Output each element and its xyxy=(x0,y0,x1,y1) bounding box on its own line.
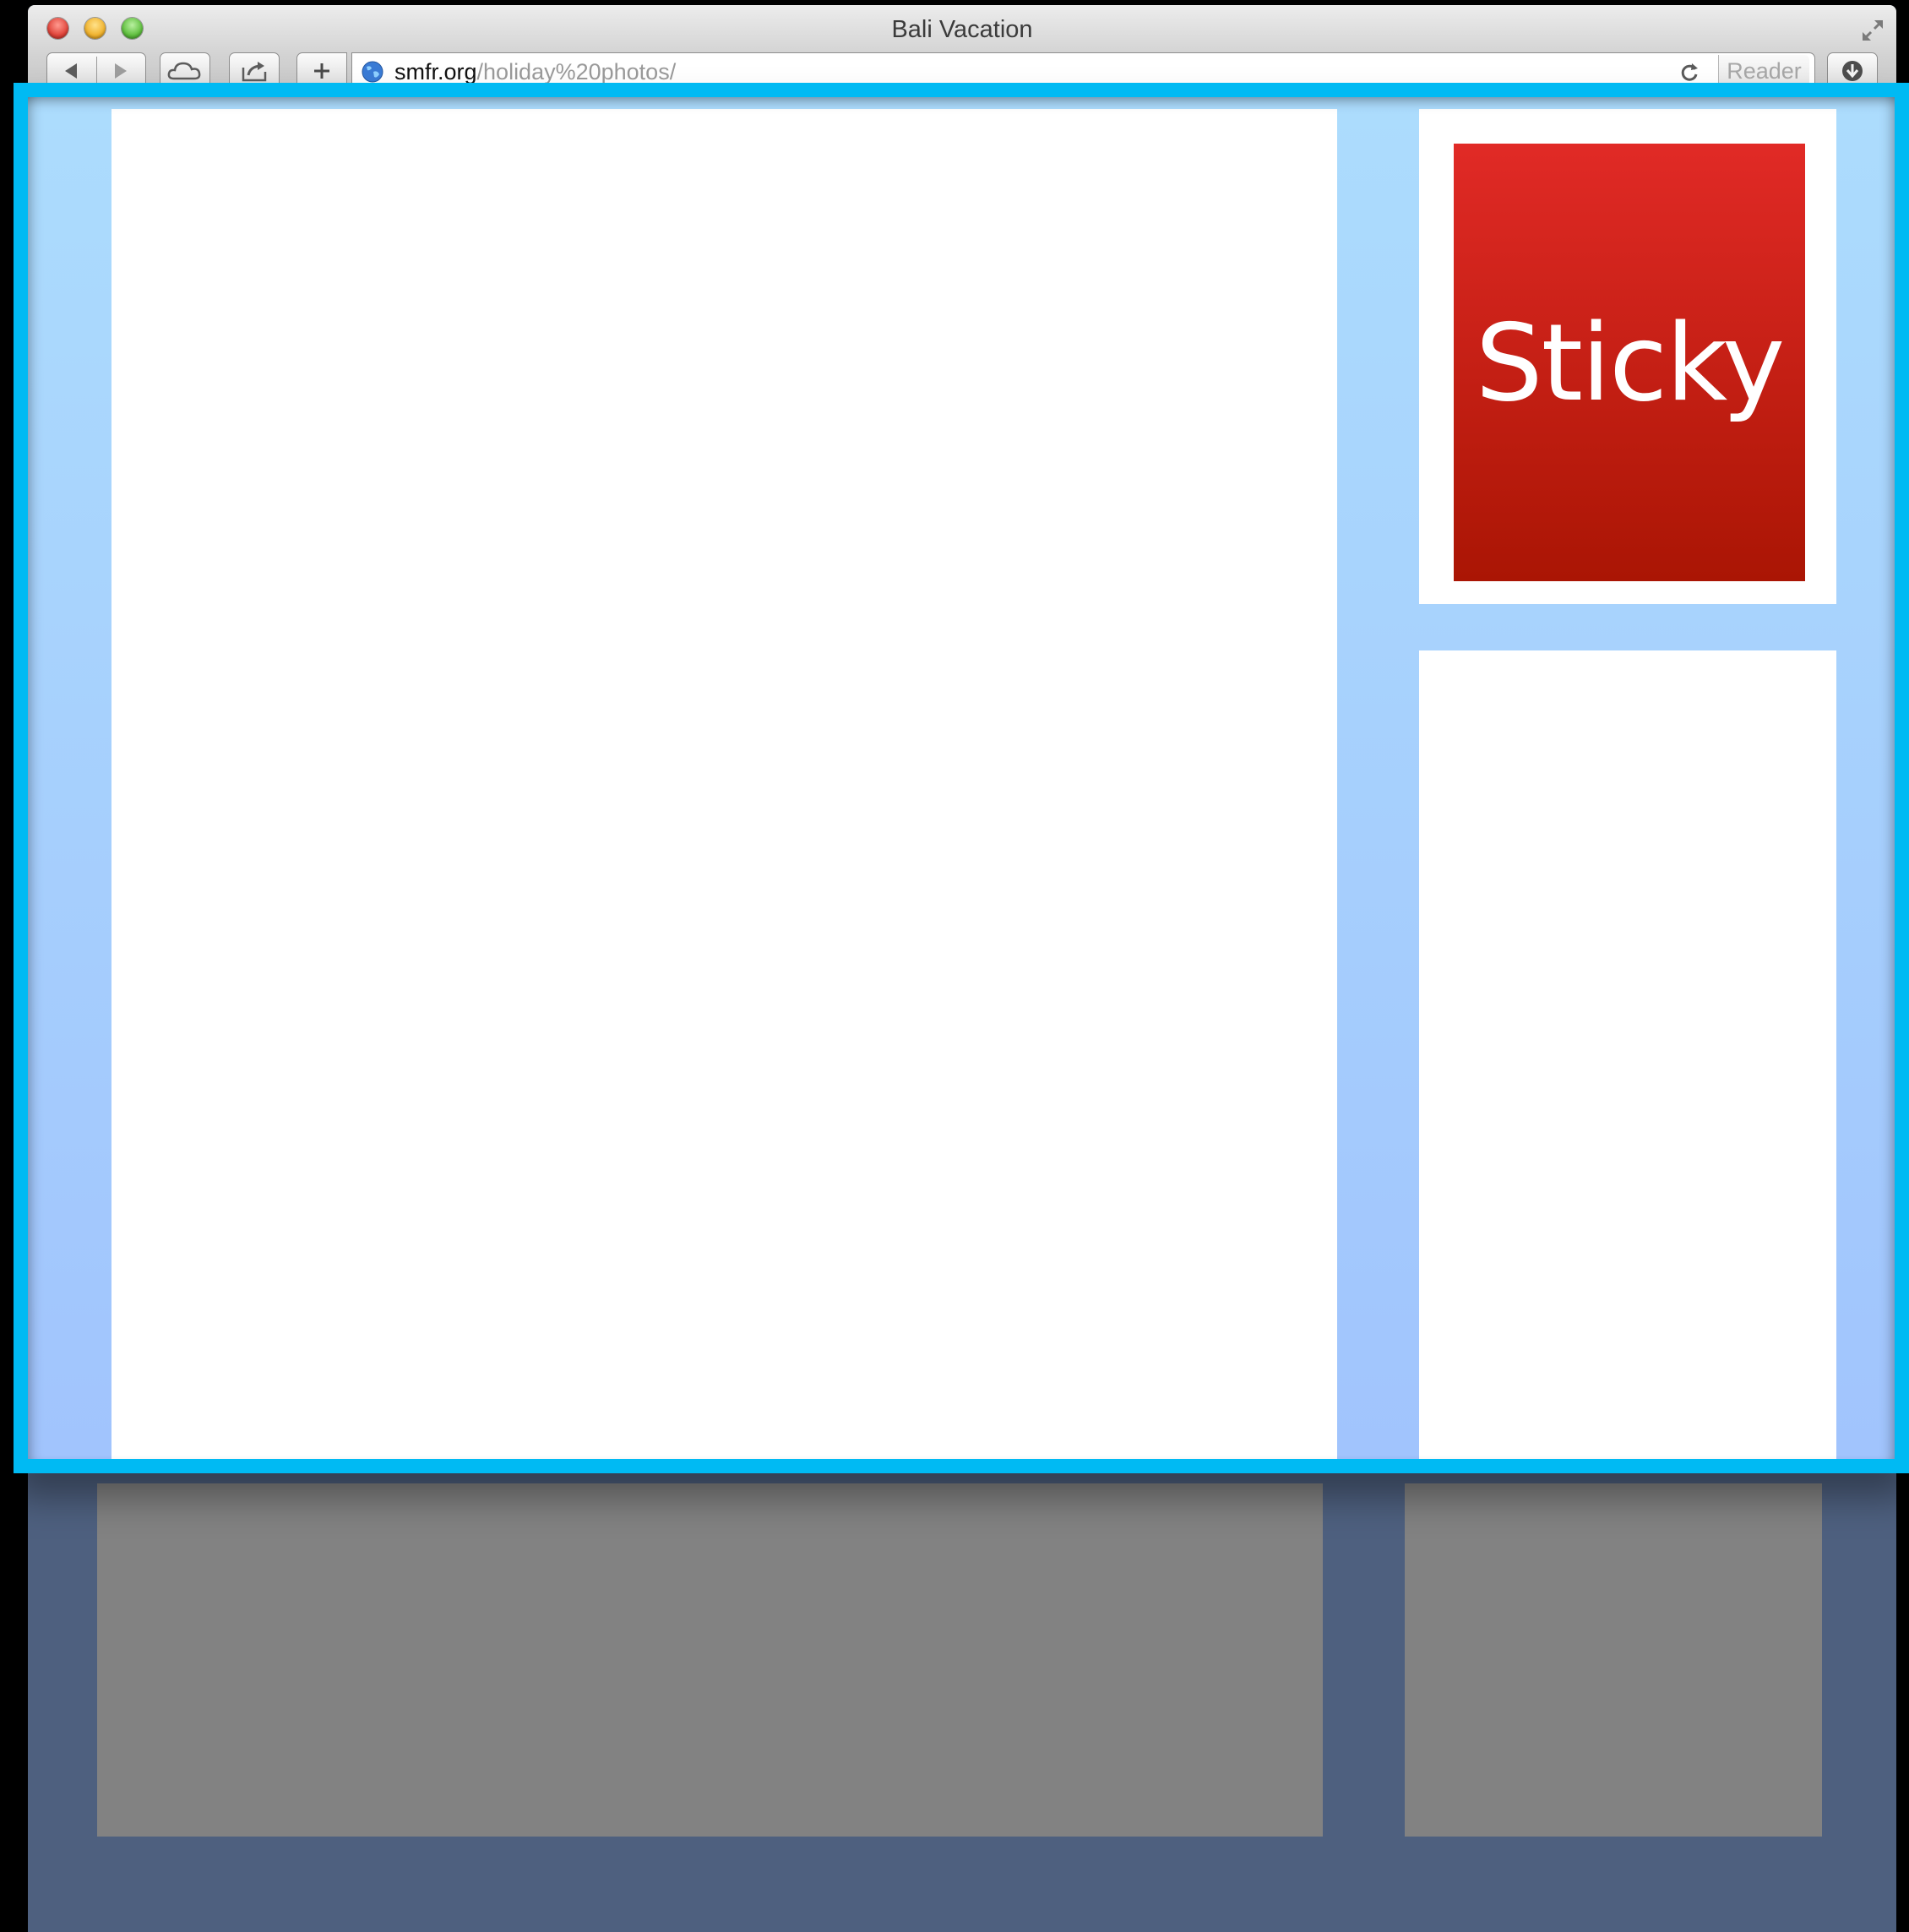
screenshot-stage: Bali Vacation smfr.org/holiday%20photos/… xyxy=(0,0,1909,1932)
offscreen-main-column xyxy=(97,1483,1323,1837)
url-domain: smfr.org xyxy=(394,59,477,84)
window-title: Bali Vacation xyxy=(891,16,1033,43)
fullscreen-icon[interactable] xyxy=(1859,17,1886,44)
sticky-label: Sticky xyxy=(1475,300,1786,425)
sticky-element: Sticky xyxy=(1454,144,1805,581)
main-content-panel xyxy=(111,109,1337,1459)
visible-viewport-highlight: Sticky xyxy=(14,83,1909,1473)
url-path: /holiday%20photos/ xyxy=(476,59,677,84)
reload-icon[interactable] xyxy=(1678,60,1702,84)
url-text[interactable]: smfr.org/holiday%20photos/ xyxy=(394,59,676,85)
sidebar-bottom-panel xyxy=(1419,650,1836,1459)
offscreen-sidebar-column xyxy=(1405,1483,1822,1837)
globe-icon xyxy=(362,61,383,83)
